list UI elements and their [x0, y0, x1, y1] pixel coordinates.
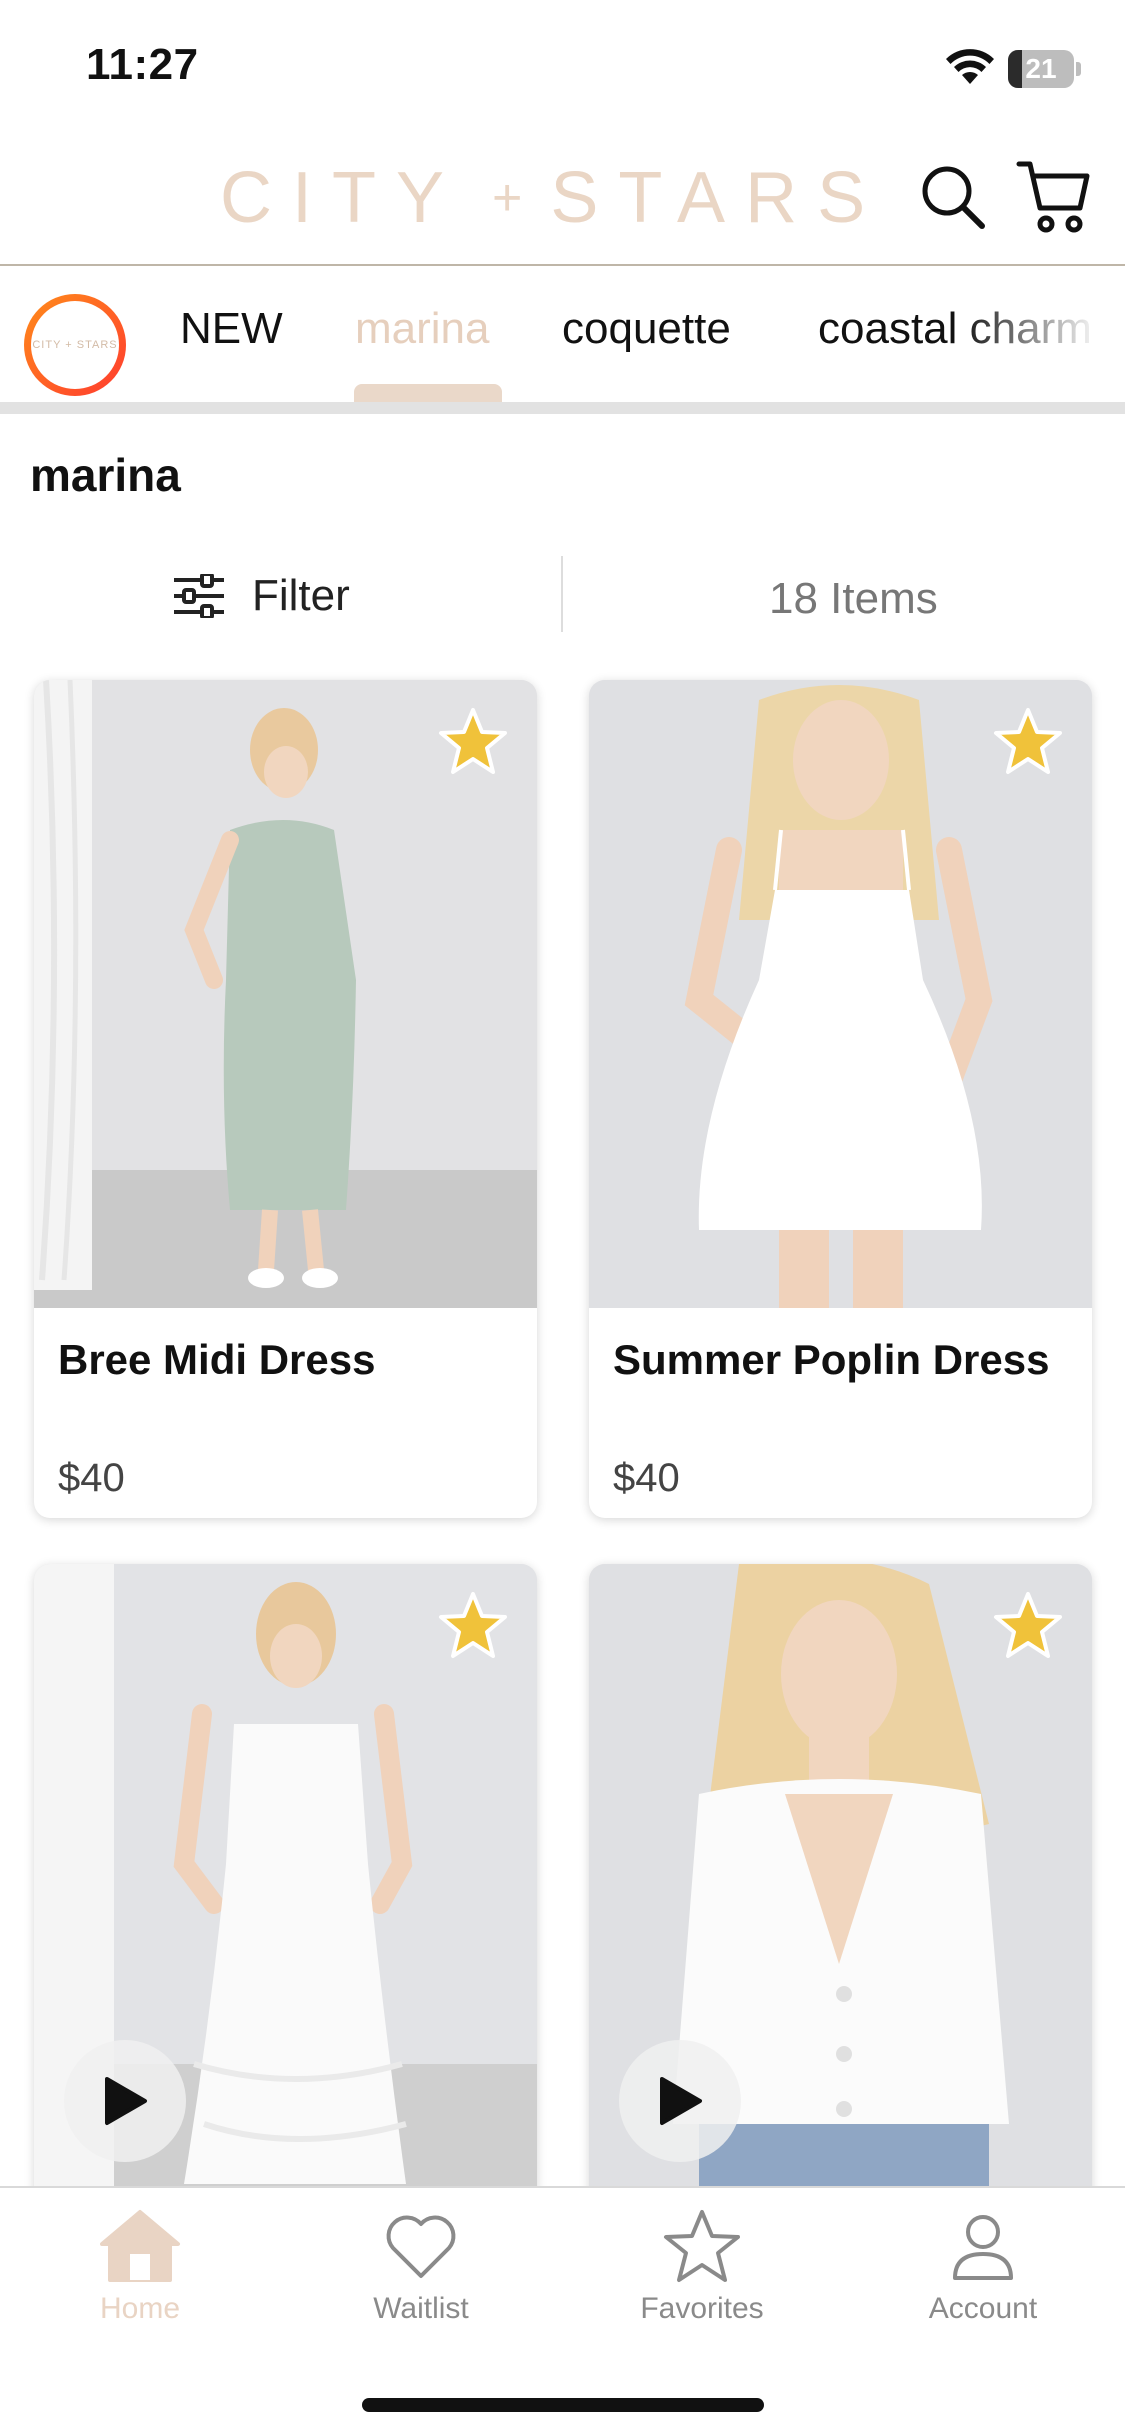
- filter-separator: [561, 556, 563, 632]
- filter-bar: Filter 18 Items: [0, 556, 1125, 636]
- app-header: CITY + STARS: [0, 130, 1125, 266]
- tab-new[interactable]: NEW: [180, 304, 283, 354]
- product-card[interactable]: Summer Poplin Dress $40: [589, 680, 1092, 1518]
- play-video-button[interactable]: [64, 2040, 186, 2162]
- tab-label: Account: [928, 2292, 1038, 2325]
- category-nav: CITY + STARS NEW marina coquette coastal…: [0, 268, 1125, 402]
- page-title: marina: [30, 449, 181, 501]
- tab-waitlist[interactable]: Waitlist: [311, 2208, 531, 2348]
- store-logo-text: CITY + STARS: [31, 301, 119, 389]
- product-card[interactable]: Bree Midi Dress $40: [34, 680, 537, 1518]
- heart-icon: [386, 2215, 456, 2278]
- home-indicator: [362, 2398, 764, 2412]
- product-image: [34, 680, 537, 1308]
- cart-icon[interactable]: [1016, 158, 1090, 234]
- items-count: 18 Items: [769, 574, 938, 623]
- battery-level: 21: [1025, 53, 1057, 84]
- product-name: Bree Midi Dress: [58, 1336, 376, 1383]
- product-card[interactable]: [34, 1564, 537, 2264]
- tab-coquette[interactable]: coquette: [562, 304, 731, 354]
- filter-button[interactable]: Filter: [172, 566, 350, 626]
- tab-label: Favorites: [640, 2292, 764, 2325]
- star-icon: [664, 2210, 740, 2282]
- brand-stars: STARS: [550, 158, 886, 238]
- home-icon: [100, 2210, 180, 2282]
- status-time: 11:27: [86, 40, 199, 89]
- tab-account[interactable]: Account: [873, 2208, 1093, 2348]
- person-icon: [953, 2215, 1013, 2280]
- product-image: [589, 1564, 1092, 2264]
- favorite-star-icon[interactable]: [437, 706, 509, 778]
- status-bar: 11:27 21: [0, 0, 1125, 130]
- active-tab-indicator: [354, 384, 502, 402]
- divider: [0, 402, 1125, 414]
- brand-plus: +: [492, 169, 523, 227]
- battery-icon: 21: [1008, 50, 1081, 88]
- product-card[interactable]: [589, 1564, 1092, 2264]
- tab-label: Home: [99, 2292, 181, 2325]
- tab-favorites[interactable]: Favorites: [592, 2208, 812, 2348]
- store-logo-avatar[interactable]: CITY + STARS: [24, 294, 126, 396]
- product-price: $40: [58, 1456, 125, 1500]
- product-image: [589, 680, 1092, 1308]
- play-icon: [105, 2077, 147, 2125]
- play-video-button[interactable]: [619, 2040, 741, 2162]
- favorite-star-icon[interactable]: [992, 1590, 1064, 1662]
- play-icon: [660, 2077, 702, 2125]
- tab-home[interactable]: Home: [30, 2208, 250, 2348]
- product-image: [34, 1564, 537, 2264]
- wifi-icon: [946, 49, 994, 84]
- tab-label: Waitlist: [373, 2292, 469, 2325]
- favorite-star-icon[interactable]: [437, 1590, 509, 1662]
- product-price: $40: [613, 1456, 680, 1500]
- brand-logo[interactable]: CITY + STARS: [220, 158, 885, 238]
- brand-city: CITY: [220, 158, 465, 238]
- filter-label: Filter: [252, 571, 350, 620]
- product-name: Summer Poplin Dress: [613, 1336, 1050, 1383]
- tab-marina[interactable]: marina: [355, 304, 490, 354]
- sliders-icon: [174, 574, 224, 618]
- search-icon[interactable]: [918, 162, 988, 232]
- favorite-star-icon[interactable]: [992, 706, 1064, 778]
